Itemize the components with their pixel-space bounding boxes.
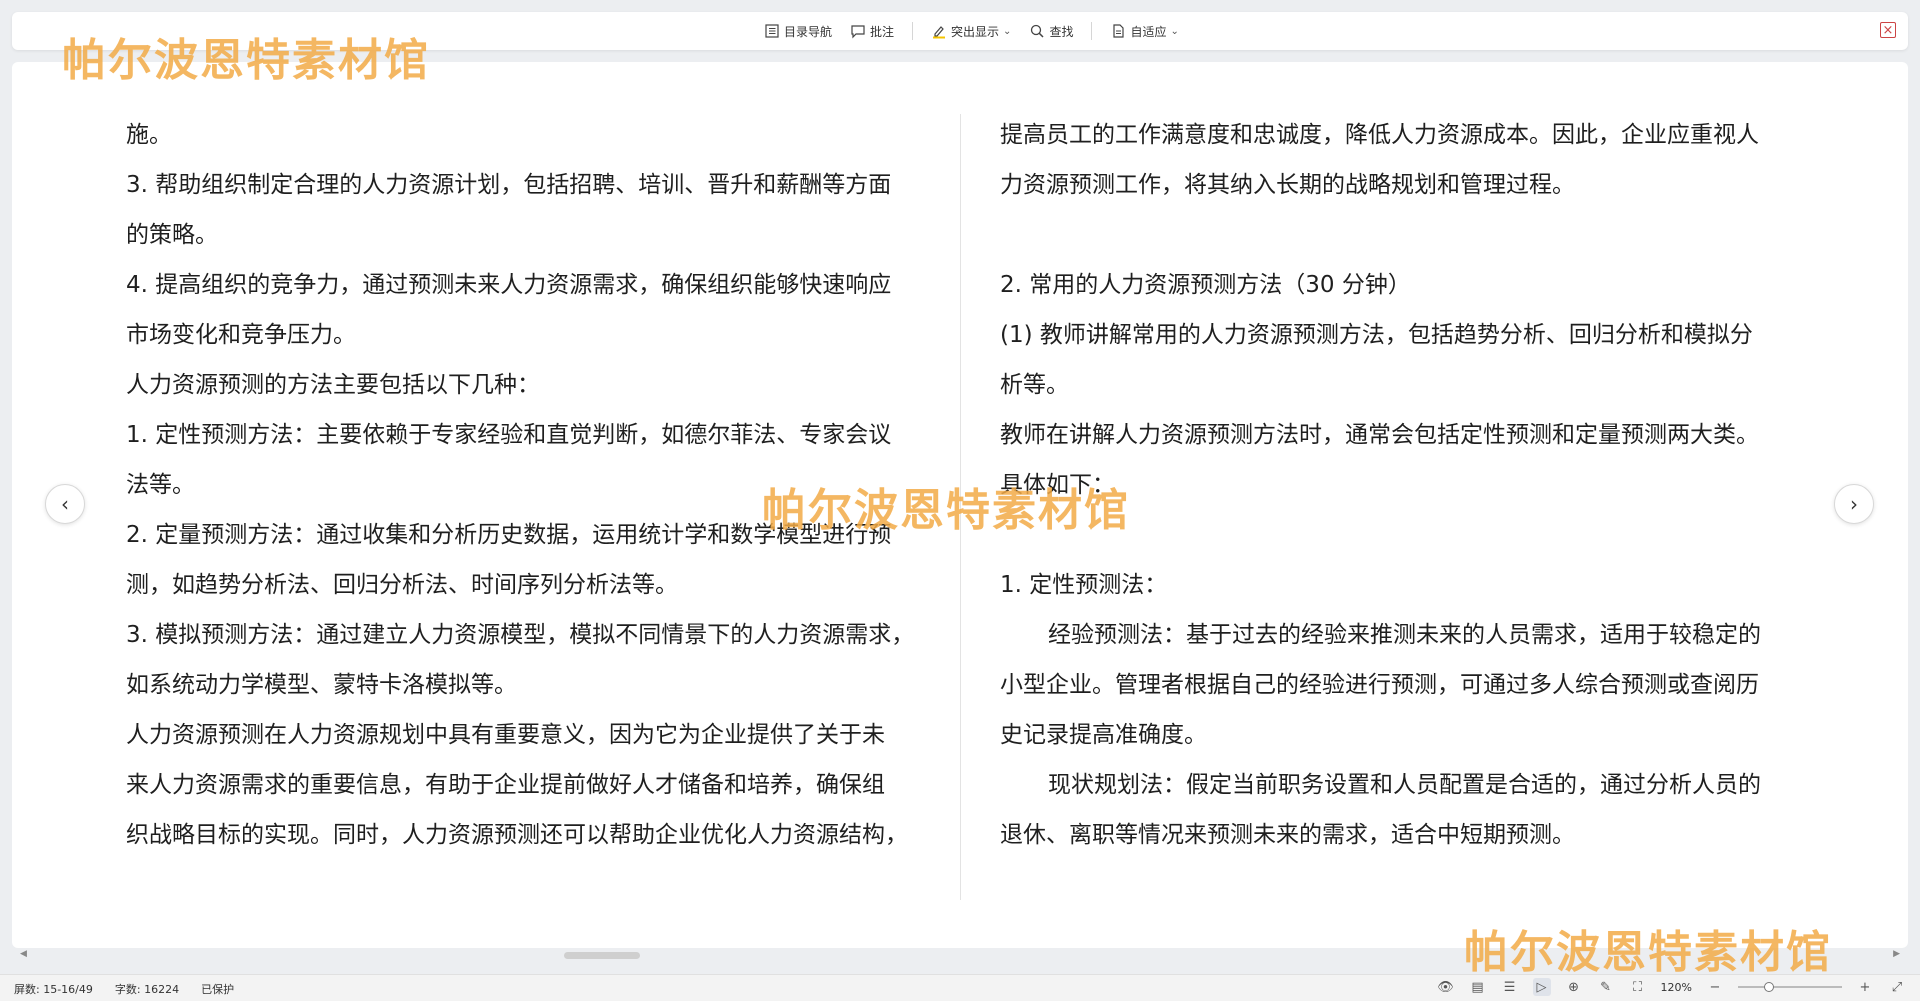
paragraph-line: 1. 定性预测方法：主要依赖于专家经验和直觉判断，如德尔菲法、专家会议 — [126, 422, 892, 448]
page-count: 屏数: 15-16/49 — [14, 983, 93, 996]
zoom-level: 120% — [1660, 980, 1692, 994]
paragraph-line: 人力资源预测的方法主要包括以下几种： — [126, 372, 540, 398]
paragraph-line: 织战略目标的实现。同时，人力资源预测还可以帮助企业优化人力资源结构， — [126, 822, 908, 848]
chevron-left-icon: ‹ — [61, 492, 69, 516]
highlight-button[interactable]: 突出显示 ⌄ — [931, 23, 1011, 40]
scroll-right-icon[interactable]: ▶ — [1893, 949, 1900, 959]
scrollbar-thumb[interactable] — [564, 952, 640, 959]
paragraph-line: 现状规划法：假定当前职务设置和人员配置是合适的，通过分析人员的 — [1048, 772, 1761, 798]
outline-nav-label: 目录导航 — [784, 24, 833, 39]
previous-page-button[interactable]: ‹ — [45, 484, 85, 524]
fullscreen-icon[interactable]: ⤢ — [1888, 978, 1906, 996]
close-icon: × — [1882, 23, 1894, 38]
search-icon — [1031, 24, 1044, 38]
paragraph-line: 析等。 — [1000, 372, 1069, 398]
page-fit-icon — [1113, 24, 1125, 38]
next-page-button[interactable]: › — [1834, 484, 1874, 524]
paragraph-line: 3. 帮助组织制定合理的人力资源计划，包括招聘、培训、晋升和薪酬等方面 — [126, 172, 892, 198]
paragraph-line: 退休、离职等情况来预测未来的需求，适合中短期预测。 — [1000, 822, 1575, 848]
zoom-in-icon[interactable]: + — [1856, 978, 1874, 996]
comment-icon — [851, 25, 865, 39]
paragraph-line: 施。 — [126, 122, 172, 148]
watermark-center: 帕尔波恩特素材馆 — [762, 485, 1130, 536]
paragraph-line: 4. 提高组织的竞争力，通过预测未来人力资源需求，确保组织能够快速响应 — [126, 272, 892, 298]
chevron-right-icon: › — [1850, 492, 1858, 516]
outline-view-icon[interactable]: ☰ — [1501, 978, 1519, 996]
paragraph-line: 力资源预测工作，将其纳入长期的战略规划和管理过程。 — [1000, 172, 1575, 198]
page-view-icon[interactable]: ▤ — [1469, 978, 1487, 996]
highlight-label: 突出显示 — [951, 24, 1000, 39]
toolbar-tools: 目录导航 批注 突出显示 ⌄ 查找 自适应 ⌄ — [764, 12, 1179, 50]
chevron-down-icon: ⌄ — [1170, 25, 1179, 37]
paragraph-line: 提高员工的工作满意度和忠诚度，降低人力资源成本。因此，企业应重视人 — [1000, 122, 1759, 148]
page-fit-button[interactable]: 自适应 ⌄ — [1110, 23, 1179, 40]
paragraph-line: 测，如趋势分析法、回归分析法、时间序列分析法等。 — [126, 572, 678, 598]
search-button[interactable]: 查找 — [1029, 23, 1073, 40]
outline-icon — [765, 24, 779, 38]
zoom-slider[interactable] — [1738, 982, 1842, 992]
paragraph-line: 市场变化和竞争压力。 — [126, 322, 356, 348]
comment-button[interactable]: 批注 — [850, 23, 894, 40]
pen-icon[interactable]: ✎ — [1597, 978, 1615, 996]
comment-label: 批注 — [870, 24, 895, 39]
play-icon[interactable]: ▷ — [1532, 978, 1551, 996]
paragraph-line: 如系统动力学模型、蒙特卡洛模拟等。 — [126, 672, 517, 698]
page-fit-label: 自适应 — [1130, 24, 1167, 39]
paragraph-line: 3. 模拟预测方法：通过建立人力资源模型，模拟不同情景下的人力资源需求， — [126, 622, 915, 648]
paragraph-line: 小型企业。管理者根据自己的经验进行预测，可通过多人综合预测或查阅历 — [1000, 672, 1759, 698]
status-info: 屏数: 15-16/49 字数: 16224 已保护 — [14, 981, 234, 997]
scroll-left-icon[interactable]: ◀ — [20, 949, 27, 959]
highlight-icon — [933, 26, 946, 39]
paragraph-line — [1000, 210, 1800, 260]
paragraph-line: 教师在讲解人力资源预测方法时，通常会包括定性预测和定量预测两大类。 — [1000, 422, 1759, 448]
toolbar-separator — [1091, 22, 1093, 40]
paragraph-line: 1. 定性预测法： — [1000, 572, 1168, 598]
zoom-out-icon[interactable]: − — [1706, 978, 1724, 996]
protection-status: 已保护 — [201, 983, 235, 996]
paragraph-line: (1) 教师讲解常用的人力资源预测方法，包括趋势分析、回归分析和模拟分 — [1000, 322, 1753, 348]
paragraph-line: 2. 常用的人力资源预测方法（30 分钟） — [1000, 272, 1411, 298]
status-controls: 👁 ▤ ☰ ▷ ⊕ ✎ ⛶ 120% − + ⤢ — [1437, 978, 1906, 996]
zoom-slider-knob[interactable] — [1764, 982, 1775, 992]
outline-nav-button[interactable]: 目录导航 — [764, 23, 832, 40]
word-count: 字数: 16224 — [114, 983, 180, 996]
paragraph-line: 的策略。 — [126, 222, 218, 248]
web-view-icon[interactable]: ⊕ — [1565, 978, 1583, 996]
toolbar-separator — [912, 22, 914, 40]
fit-screen-icon[interactable]: ⛶ — [1629, 978, 1647, 996]
paragraph-line: 史记录提高准确度。 — [1000, 722, 1207, 748]
chevron-down-icon: ⌄ — [1003, 25, 1012, 37]
search-label: 查找 — [1049, 24, 1074, 39]
eye-icon[interactable]: 👁 — [1437, 978, 1455, 996]
paragraph-line: 人力资源预测在人力资源规划中具有重要意义，因为它为企业提供了关于未 — [126, 722, 885, 748]
watermark-top-left: 帕尔波恩特素材馆 — [62, 35, 430, 86]
status-bar: 屏数: 15-16/49 字数: 16224 已保护 👁 ▤ ☰ ▷ ⊕ ✎ ⛶… — [0, 974, 1920, 1001]
paragraph-line: 经验预测法：基于过去的经验来推测未来的人员需求，适用于较稳定的 — [1048, 622, 1761, 648]
watermark-bottom-right: 帕尔波恩特素材馆 — [1464, 927, 1832, 978]
paragraph-line: 来人力资源需求的重要信息，有助于企业提前做好人才储备和培养，确保组 — [126, 772, 885, 798]
close-button[interactable]: × — [1880, 22, 1896, 38]
